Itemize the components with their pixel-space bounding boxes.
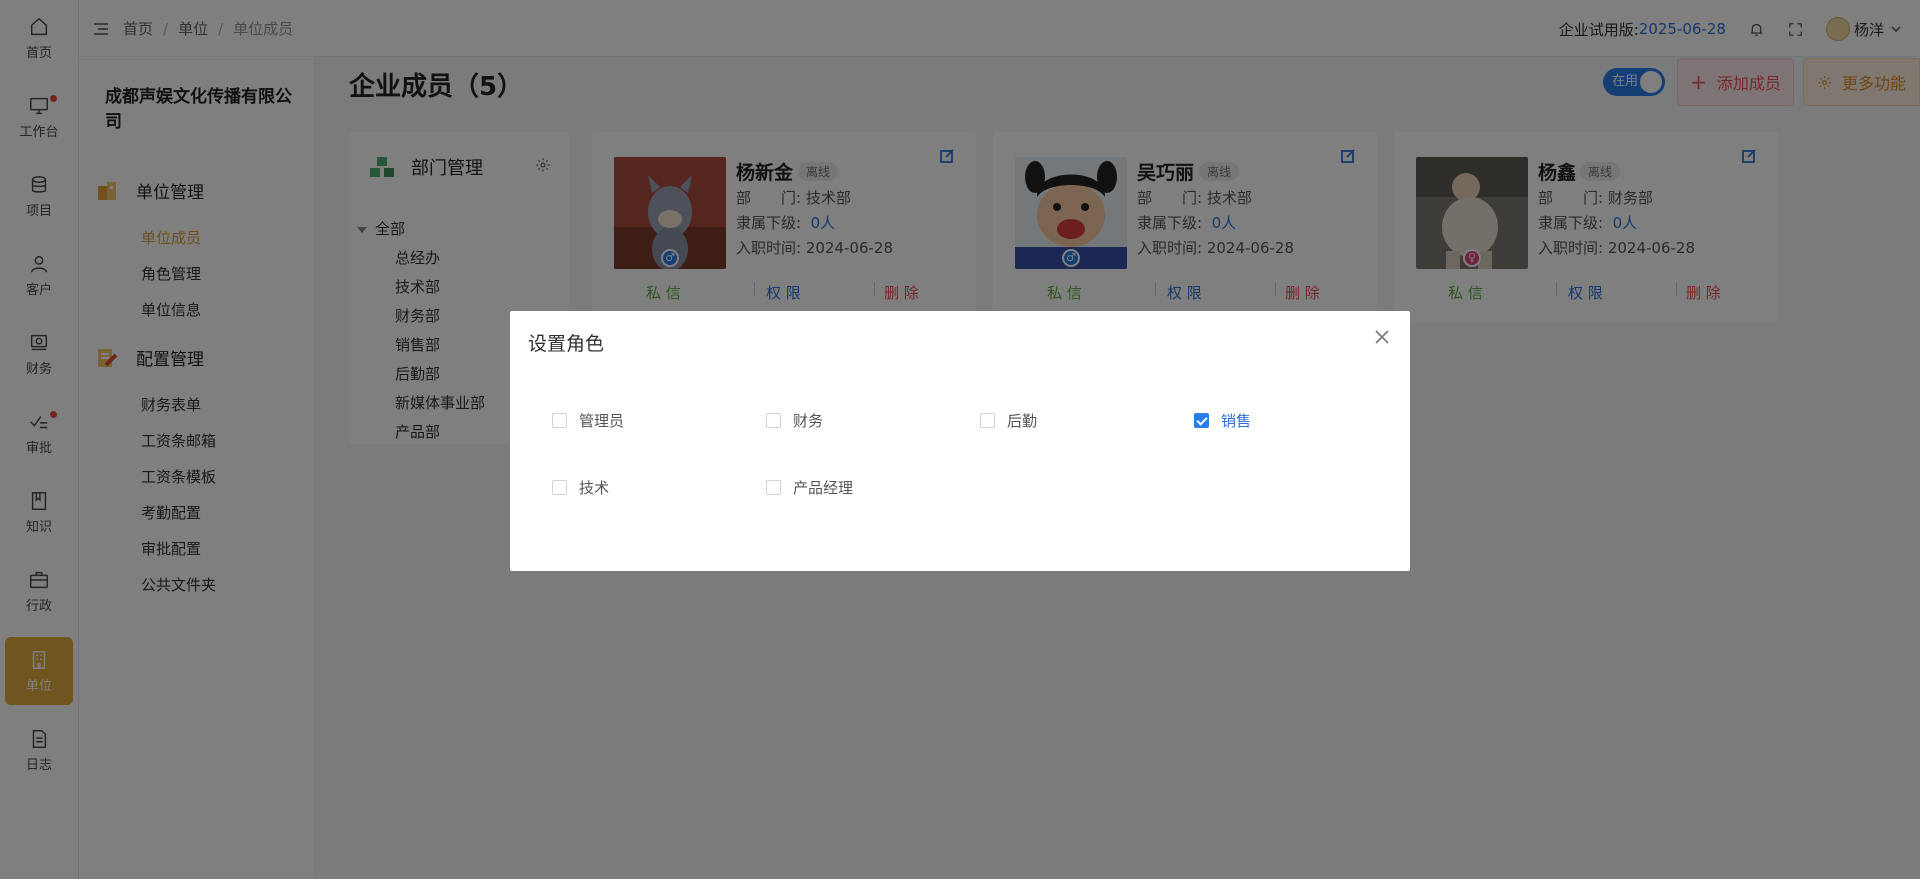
checkbox[interactable] <box>766 480 781 495</box>
role-label: 产品经理 <box>793 479 854 497</box>
role-option-logistics[interactable]: 后勤 <box>980 410 1037 431</box>
checkbox-checked[interactable] <box>1194 413 1209 428</box>
checkbox[interactable] <box>766 413 781 428</box>
role-option-admin[interactable]: 管理员 <box>552 410 624 431</box>
checkbox[interactable] <box>552 413 567 428</box>
role-option-finance[interactable]: 财务 <box>766 410 823 431</box>
role-option-tech[interactable]: 技术 <box>552 477 609 498</box>
role-label: 技术 <box>579 479 610 497</box>
role-option-sales[interactable]: 销售 <box>1194 410 1251 431</box>
role-label: 后勤 <box>1007 412 1038 430</box>
role-label: 销售 <box>1221 412 1252 430</box>
role-label: 管理员 <box>579 412 625 430</box>
checkbox[interactable] <box>552 480 567 495</box>
role-label: 财务 <box>793 412 824 430</box>
set-role-dialog: 设置角色 管理员 财务 后勤 销售 技术 产品经理 <box>510 311 1410 571</box>
role-option-product-manager[interactable]: 产品经理 <box>766 477 853 498</box>
dialog-title: 设置角色 <box>528 333 605 355</box>
checkbox[interactable] <box>980 413 995 428</box>
close-icon[interactable] <box>1374 329 1390 345</box>
